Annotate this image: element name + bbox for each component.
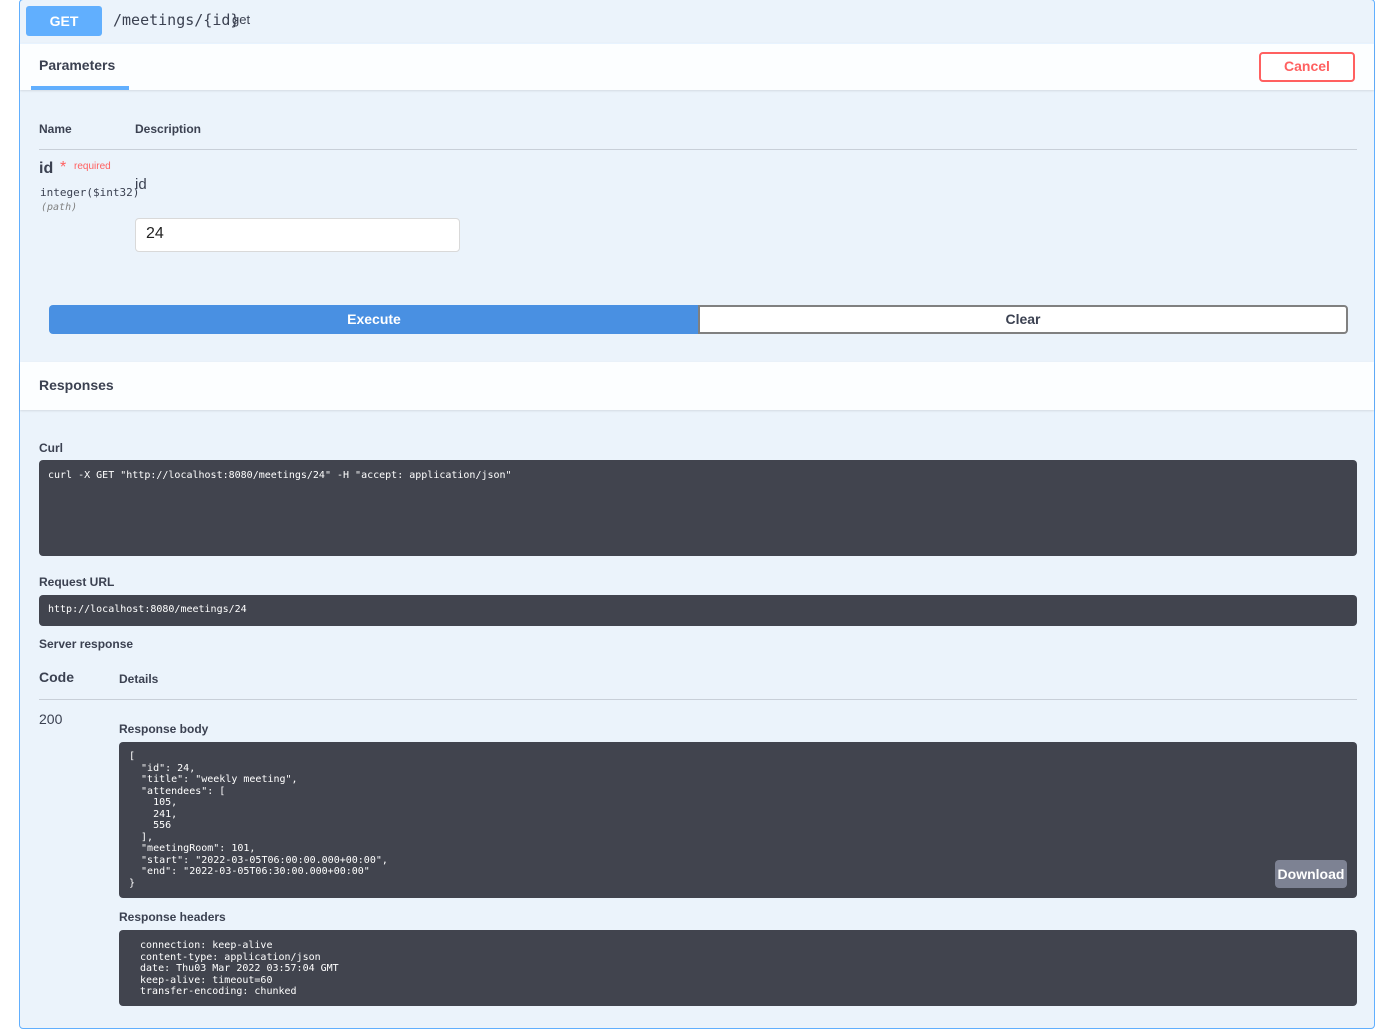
column-name-header: Name <box>39 122 72 136</box>
clear-button[interactable]: Clear <box>698 305 1348 334</box>
method-badge: GET <box>26 6 102 36</box>
required-star: * <box>60 159 67 176</box>
required-label: required <box>74 161 111 172</box>
response-body-label: Response body <box>119 722 209 736</box>
curl-label: Curl <box>39 441 63 455</box>
download-button[interactable]: Download <box>1275 860 1347 888</box>
response-headers[interactable]: connection: keep-alive content-type: app… <box>119 930 1357 1006</box>
parameters-divider <box>39 149 1357 150</box>
curl-command[interactable]: curl -X GET "http://localhost:8080/meeti… <box>39 460 1357 556</box>
response-divider <box>39 699 1357 700</box>
operation-block: GET /meetings/{id} get Parameters Cancel… <box>19 0 1375 1029</box>
operation-path: /meetings/{id} <box>113 11 240 29</box>
execute-button[interactable]: Execute <box>49 305 699 334</box>
tab-parameters[interactable]: Parameters <box>39 57 115 73</box>
param-location: (path) <box>41 202 78 213</box>
request-url-label: Request URL <box>39 575 115 589</box>
cancel-button[interactable]: Cancel <box>1259 52 1355 82</box>
operation-summary-text: get <box>232 12 251 27</box>
column-details-header: Details <box>119 672 159 686</box>
status-code: 200 <box>39 711 63 727</box>
response-body[interactable]: [ "id": 24, "title": "weekly meeting", "… <box>119 742 1357 898</box>
operation-summary[interactable]: GET /meetings/{id} get <box>20 0 1374 44</box>
param-type: integer($int32) <box>40 186 140 199</box>
param-description: id <box>135 176 147 193</box>
column-description-header: Description <box>135 122 202 136</box>
responses-header: Responses <box>20 362 1374 410</box>
column-code-header: Code <box>39 669 74 685</box>
responses-title: Responses <box>39 377 114 393</box>
request-url[interactable]: http://localhost:8080/meetings/24 <box>39 595 1357 626</box>
id-input[interactable]: 24 <box>135 218 460 252</box>
tab-active-indicator <box>31 86 129 90</box>
parameters-header: Parameters Cancel <box>20 43 1374 90</box>
response-headers-label: Response headers <box>119 910 226 924</box>
param-name: id <box>39 160 54 177</box>
server-response-label: Server response <box>39 637 134 651</box>
